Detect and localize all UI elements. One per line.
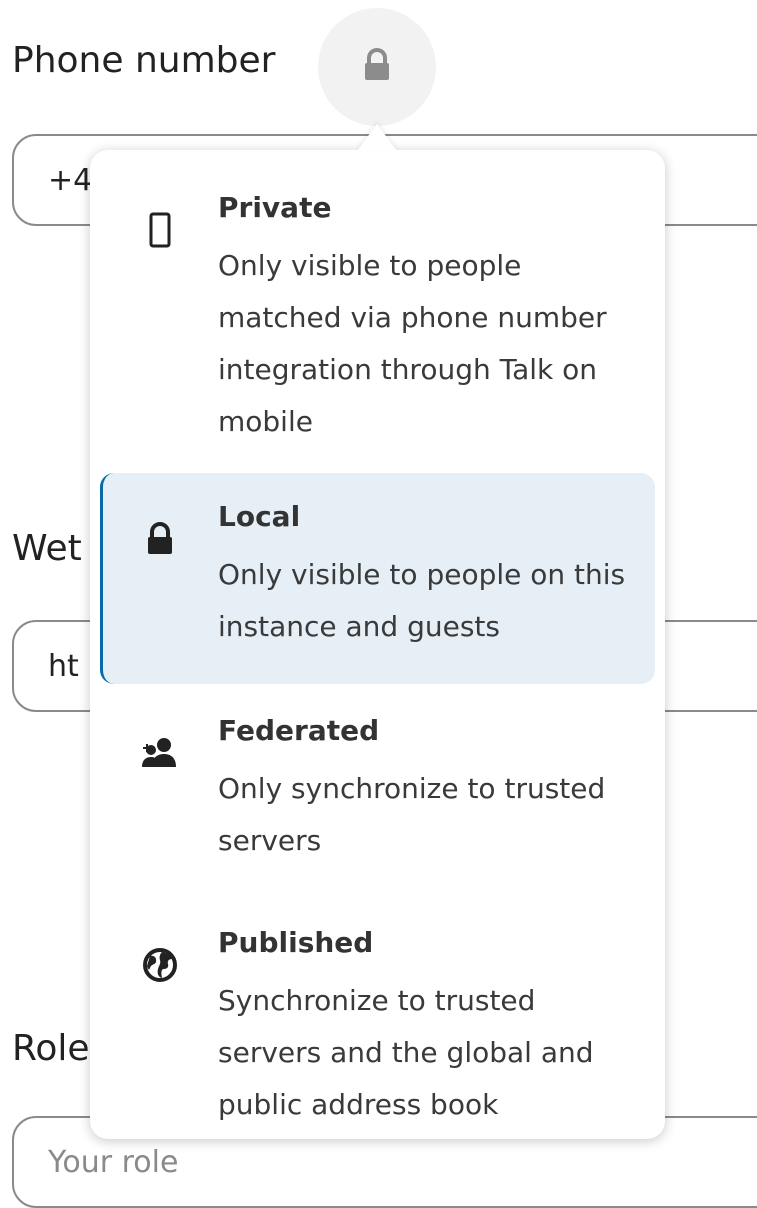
option-federated[interactable]: Federated Only synchronize to trusted se… [100,687,655,899]
contacts-icon [140,733,180,773]
option-title: Published [218,926,374,959]
option-description: Only visible to people matched via phone… [218,249,607,438]
option-description: Only synchronize to trusted servers [218,772,606,857]
option-title: Federated [218,714,380,747]
phone-icon [140,210,180,250]
role-label: Role [12,1028,90,1069]
website-label: Wet [12,528,82,569]
visibility-popover: Private Only visible to people matched v… [90,150,665,1139]
phone-number-label: Phone number [12,40,276,81]
option-description: Only visible to people on this instance … [218,558,626,643]
globe-icon [140,945,180,985]
option-published[interactable]: Published Synchronize to trusted servers… [100,899,655,1125]
option-description: Synchronize to trusted servers and the g… [218,984,594,1121]
option-title: Private [218,191,332,224]
option-private[interactable]: Private Only visible to people matched v… [100,164,655,464]
lock-icon [362,48,392,86]
option-local[interactable]: Local Only visible to people on this ins… [100,473,655,684]
visibility-scope-button[interactable] [318,8,436,126]
lock-icon [140,519,180,559]
option-title: Local [218,500,301,533]
popover-arrow [357,124,397,151]
